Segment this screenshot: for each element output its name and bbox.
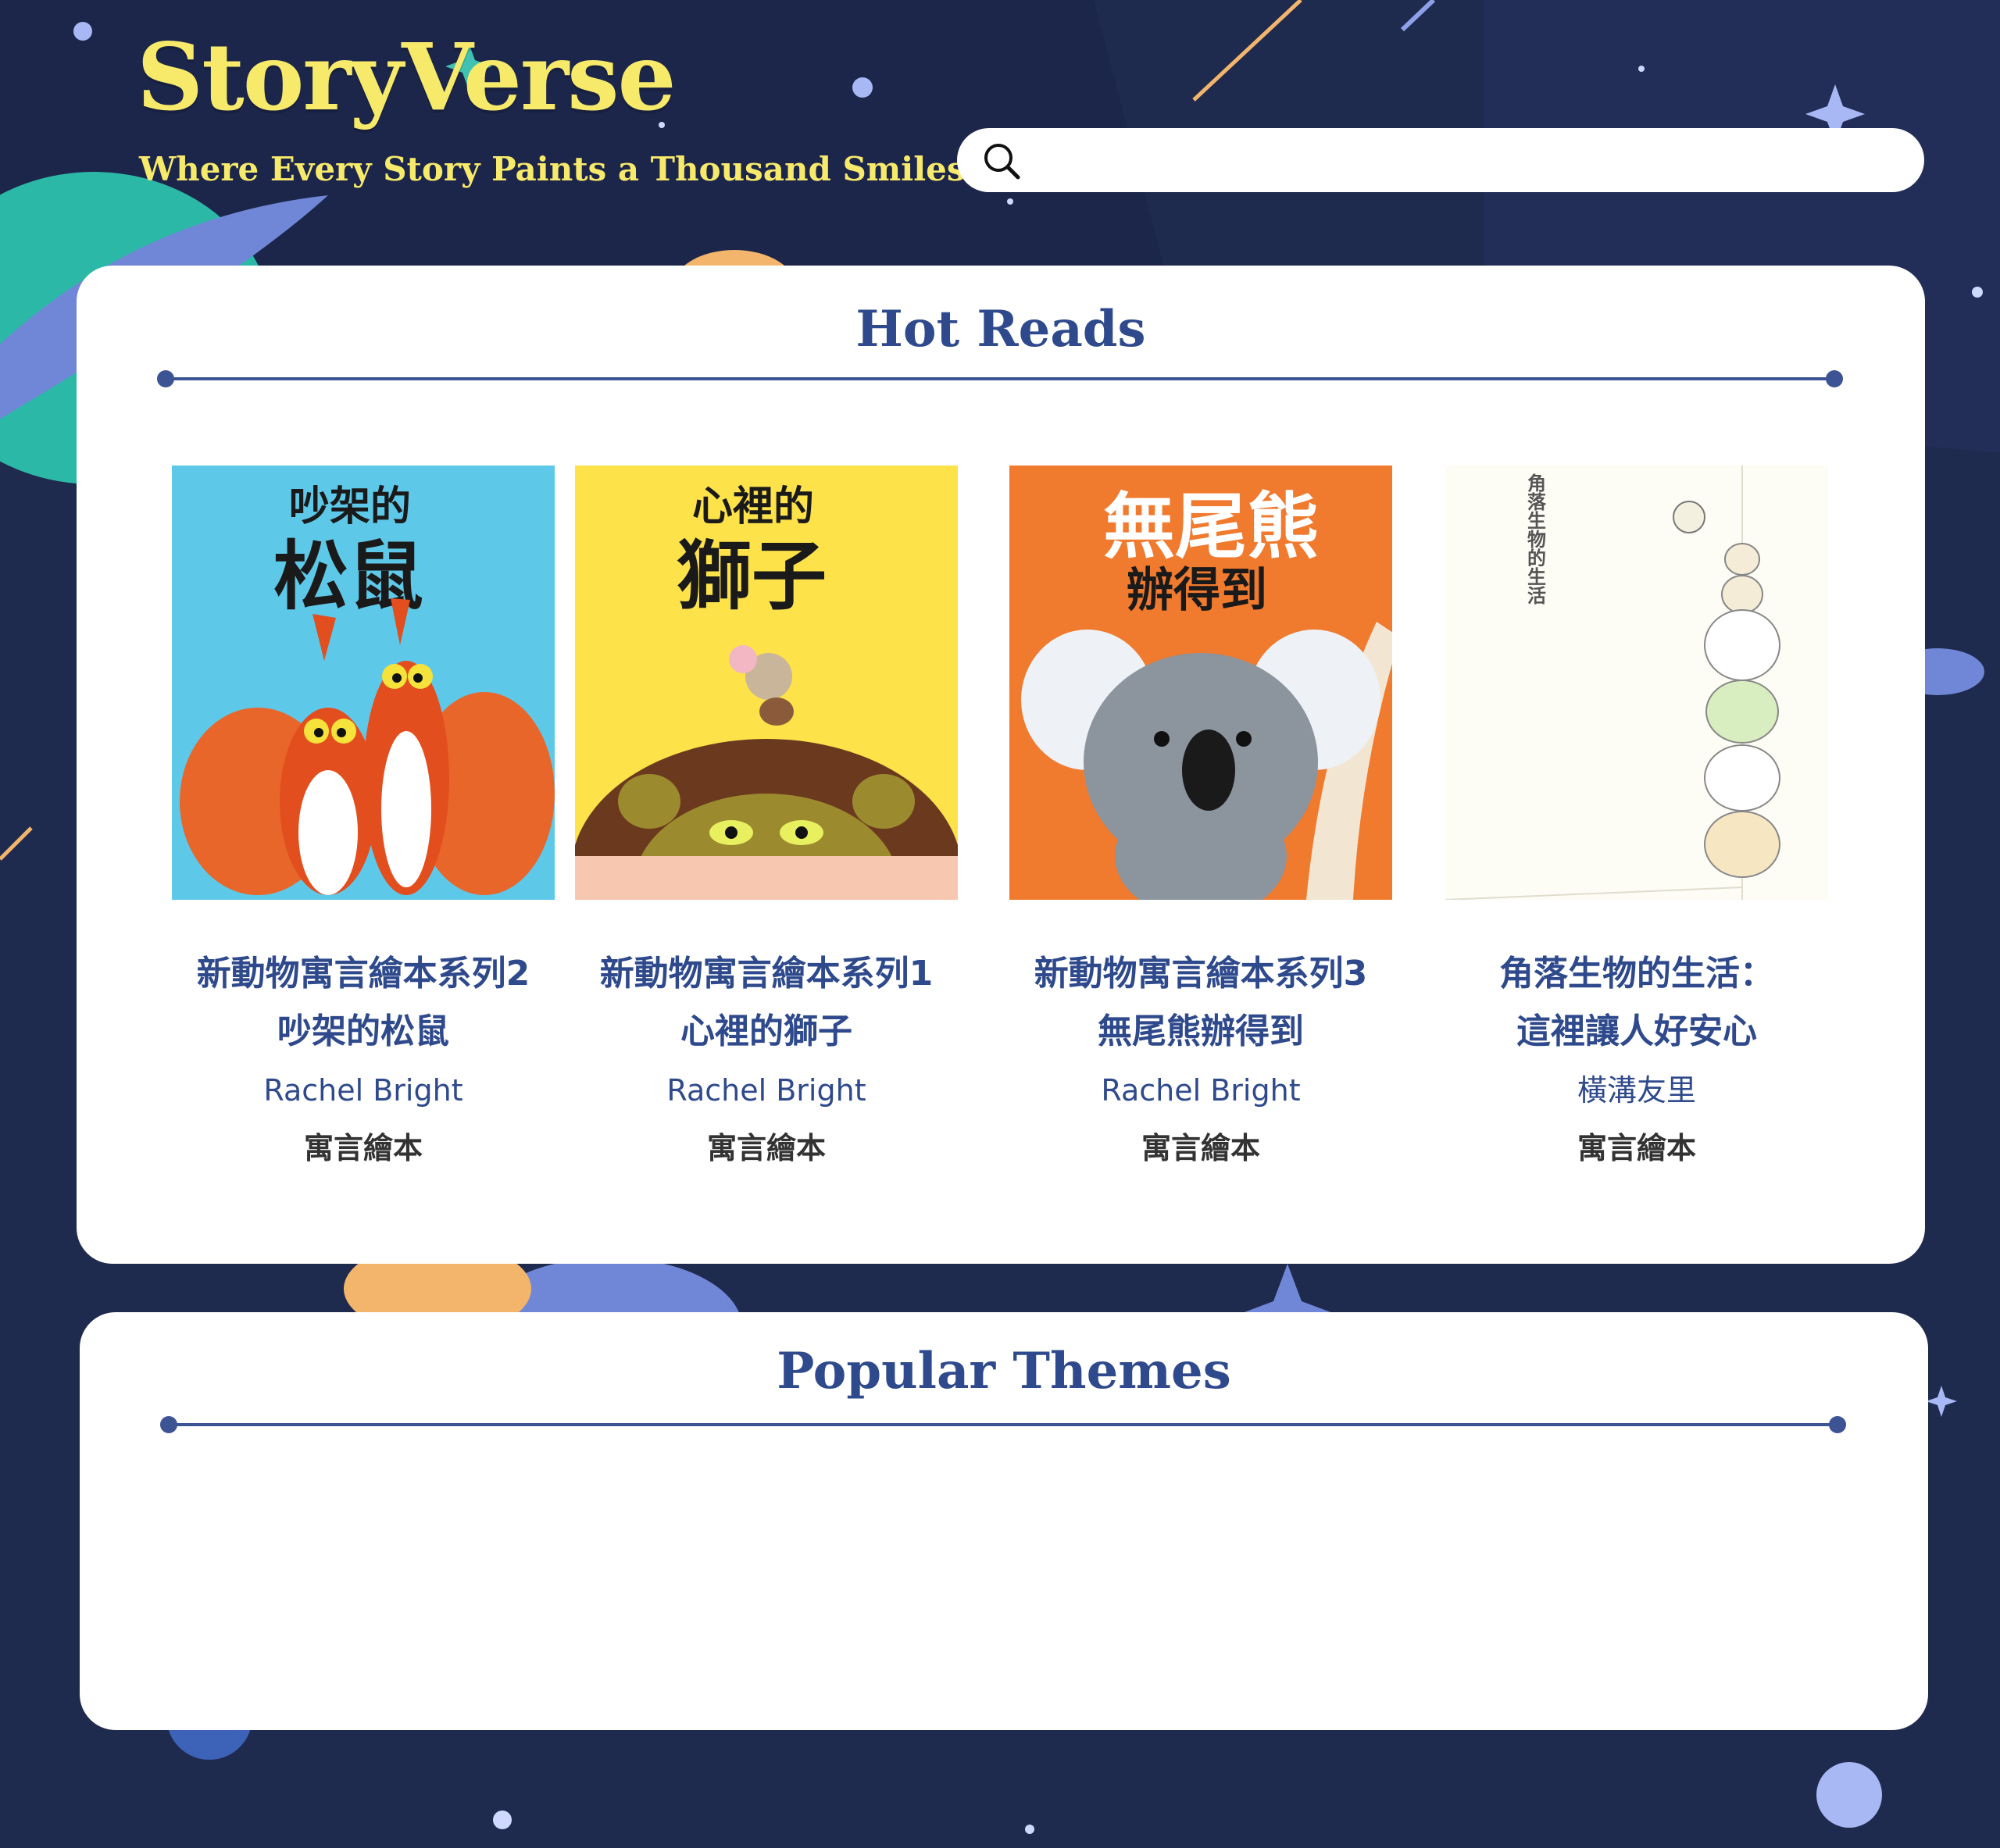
koala-illustration: 無尾熊 辦得到 xyxy=(1009,466,1392,900)
book-title[interactable]: 角落生物的生活： 這裡讓人好安心 xyxy=(1445,945,1828,1061)
cover-title-line2: 獅子 xyxy=(677,532,827,620)
book-author[interactable]: 橫溝友里 xyxy=(1445,1065,1828,1115)
site-header: StoryVerse Where Every Story Paints a Th… xyxy=(0,0,2000,266)
book-genre: 寓言繪本 xyxy=(303,1131,423,1165)
book-title[interactable]: 新動物寓言繪本系列3 無尾熊辦得到 xyxy=(1009,945,1392,1061)
book-title[interactable]: 新動物寓言繪本系列2 吵架的松鼠 xyxy=(172,945,555,1061)
hot-reads-title: Hot Reads xyxy=(855,300,1146,359)
popular-themes-title: Popular Themes xyxy=(777,1342,1231,1400)
sumikko-stack-illustration: 角落生物的生活 xyxy=(1445,466,1828,900)
brand-tagline: Where Every Story Paints a Thousand Smil… xyxy=(139,150,966,188)
book-cover[interactable]: 吵架的 松鼠 xyxy=(172,466,555,900)
lion-and-mouse-illustration: 心裡的 獅子 xyxy=(575,466,958,900)
book-card[interactable]: 無尾熊 辦得到 新動物寓言繪本系列3 無尾熊辦得到 Rachel Bright … xyxy=(1009,466,1392,1173)
book-genre: 寓言繪本 xyxy=(1577,1131,1696,1165)
cover-title-line2: 辦得到 xyxy=(1127,563,1267,618)
search-bar[interactable] xyxy=(957,128,1924,192)
search-icon[interactable] xyxy=(982,141,1021,180)
cover-title-line1: 無尾熊 xyxy=(1103,484,1319,569)
cover-title-line1: 心裡的 xyxy=(692,483,814,530)
hot-reads-section: Hot Reads 吵架的 松鼠 新動物寓言繪本系列2 吵架的松鼠 Rachel… xyxy=(77,266,1925,1264)
section-divider xyxy=(157,370,1843,387)
book-genre: 寓言繪本 xyxy=(1141,1131,1260,1165)
popular-themes-section: Popular Themes xyxy=(80,1312,1928,1730)
book-card[interactable]: 吵架的 松鼠 新動物寓言繪本系列2 吵架的松鼠 Rachel Bright 寓言… xyxy=(172,466,555,1173)
book-author[interactable]: Rachel Bright xyxy=(1009,1065,1392,1115)
cover-title-line1: 吵架的 xyxy=(289,483,411,530)
book-genre: 寓言繪本 xyxy=(706,1131,826,1165)
book-author[interactable]: Rachel Bright xyxy=(172,1065,555,1115)
book-card[interactable]: 角落生物的生活 角落生物的生活： 這裡讓人好安心 橫溝友里 寓言繪本 xyxy=(1445,466,1828,1173)
book-title[interactable]: 新動物寓言繪本系列1 心裡的獅子 xyxy=(575,945,958,1061)
book-cover[interactable]: 無尾熊 辦得到 xyxy=(1009,466,1392,900)
search-input[interactable] xyxy=(1035,136,1898,186)
squirrels-illustration: 吵架的 松鼠 xyxy=(172,466,555,900)
cover-title-vertical: 角落生物的生活 xyxy=(1524,473,1547,605)
book-author[interactable]: Rachel Bright xyxy=(575,1065,958,1115)
book-card[interactable]: 心裡的 獅子 新動物寓言繪本系列1 心裡的獅子 Rachel Bright 寓言… xyxy=(575,466,958,1173)
book-cover[interactable]: 心裡的 獅子 xyxy=(575,466,958,900)
section-divider xyxy=(160,1416,1846,1433)
brand-logo[interactable]: StoryVerse xyxy=(137,31,677,123)
book-cover[interactable]: 角落生物的生活 xyxy=(1445,466,1828,900)
